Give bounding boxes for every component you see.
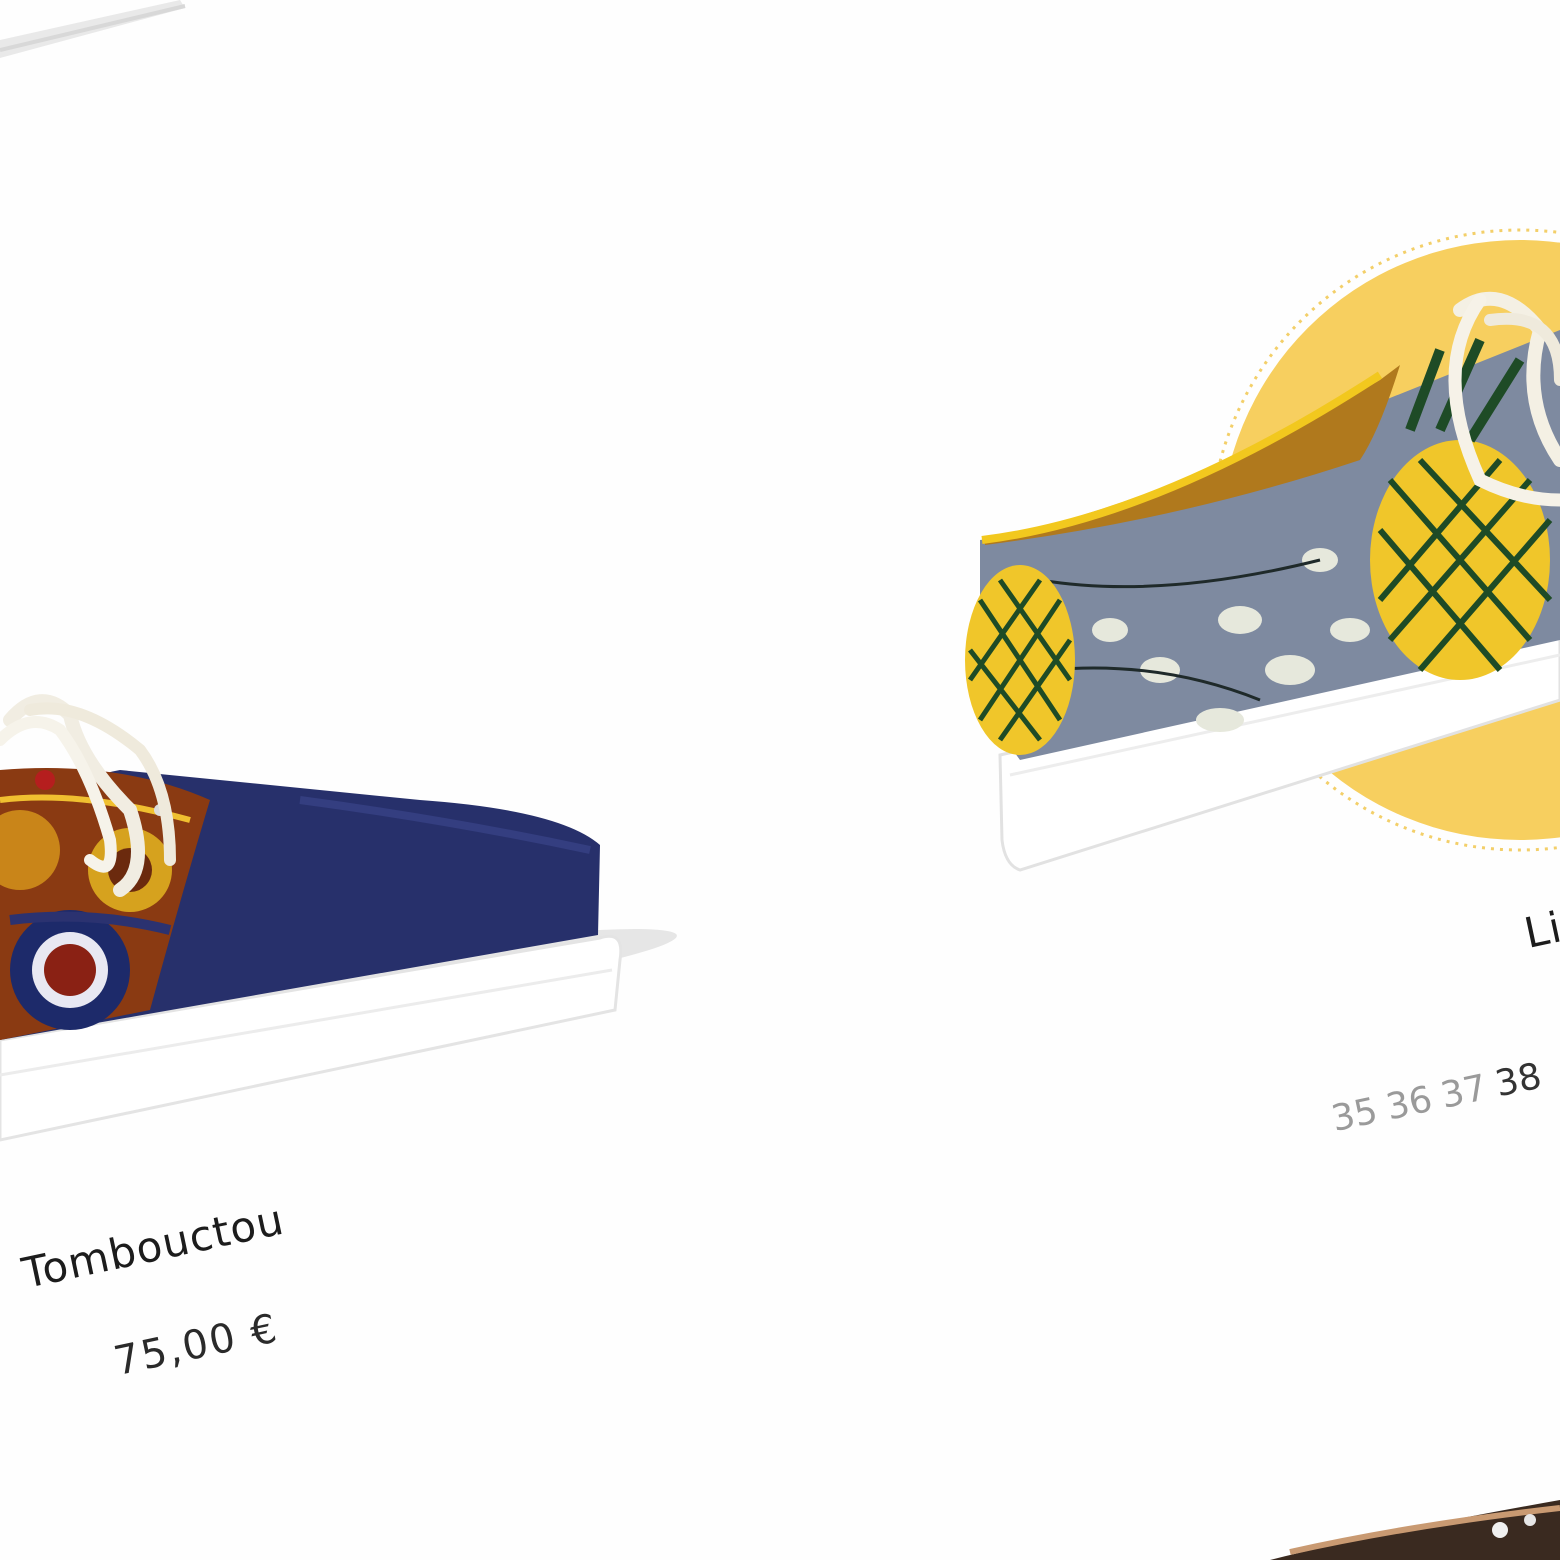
product-image-li[interactable] [960, 200, 1560, 900]
size-list: 35 36 37 38 [1328, 1056, 1545, 1140]
partial-shoe-image-bottom[interactable] [1270, 1490, 1560, 1560]
product-card-li[interactable]: Li 35 36 37 38 [960, 200, 1560, 1200]
partial-shoe-image-top[interactable] [0, 0, 200, 70]
product-card-tombouctou[interactable]: Tombouctou 75,00 € [0, 680, 700, 1420]
product-price: 75,00 € [110, 1305, 283, 1385]
size-option[interactable]: 35 [1328, 1090, 1381, 1140]
size-option[interactable]: 37 [1437, 1067, 1490, 1117]
product-grid-page: Tombouctou 75,00 € Li 35 36 37 38 [0, 0, 1560, 1560]
product-name[interactable]: Tombouctou [18, 1195, 288, 1298]
size-option[interactable]: 36 [1383, 1079, 1436, 1129]
product-image-tombouctou[interactable] [0, 680, 700, 1160]
product-name[interactable]: Li [1520, 902, 1560, 958]
size-option[interactable]: 38 [1492, 1056, 1545, 1106]
